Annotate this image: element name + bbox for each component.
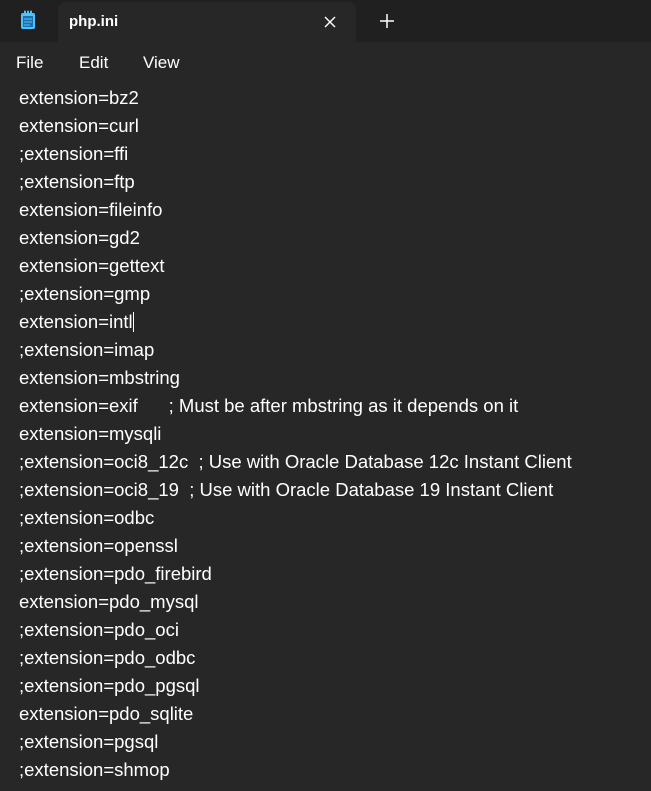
title-bar: php.ini [0,0,651,42]
editor-line: extension=mbstring [19,367,180,388]
editor-line: extension=pdo_sqlite [19,703,194,724]
editor-line: extension=mysqli [19,423,162,444]
menu-view[interactable]: View [143,53,180,73]
editor-line: ;extension=pdo_odbc [19,647,196,668]
plus-icon[interactable] [376,10,398,32]
editor-line: ;extension=pdo_firebird [19,563,212,584]
editor-line: ;extension=oci8_19 ; Use with Oracle Dat… [19,479,554,500]
editor-line: extension=fileinfo [19,199,163,220]
editor-line: ;extension=oci8_12c ; Use with Oracle Da… [19,451,572,472]
notepad-icon [20,10,36,30]
close-icon[interactable] [320,12,340,32]
editor-line: ;extension=odbc [19,507,155,528]
tab-php-ini[interactable]: php.ini [58,2,356,42]
editor-line: ;extension=openssl [19,535,178,556]
editor-line: extension=gettext [19,255,165,276]
editor-line-text: extension=intl [19,311,133,332]
editor-line-current: extension=intl [19,308,572,336]
text-caret [132,312,134,332]
editor-line: extension=exif ; Must be after mbstring … [19,395,519,416]
editor-line: extension=curl [19,115,139,136]
text-editor[interactable]: extension=bz2 extension=curl ;extension=… [0,82,651,791]
editor-line: ;extension=ffi [19,143,129,164]
menu-edit[interactable]: Edit [79,53,108,73]
editor-line: ;extension=shmop [19,759,170,780]
editor-line: ;extension=pgsql [19,731,159,752]
tab-title: php.ini [69,13,119,30]
editor-lines: extension=bz2 extension=curl ;extension=… [19,84,572,784]
editor-line: ;extension=gmp [19,283,151,304]
editor-line: ;extension=ftp [19,171,135,192]
menu-bar: File Edit View [0,42,651,82]
editor-line: extension=gd2 [19,227,140,248]
editor-line: ;extension=pdo_pgsql [19,675,200,696]
menu-file[interactable]: File [16,53,43,73]
editor-line: extension=pdo_mysql [19,591,199,612]
editor-line: ;extension=imap [19,339,155,360]
editor-line: ;extension=pdo_oci [19,619,179,640]
editor-line: extension=bz2 [19,87,139,108]
